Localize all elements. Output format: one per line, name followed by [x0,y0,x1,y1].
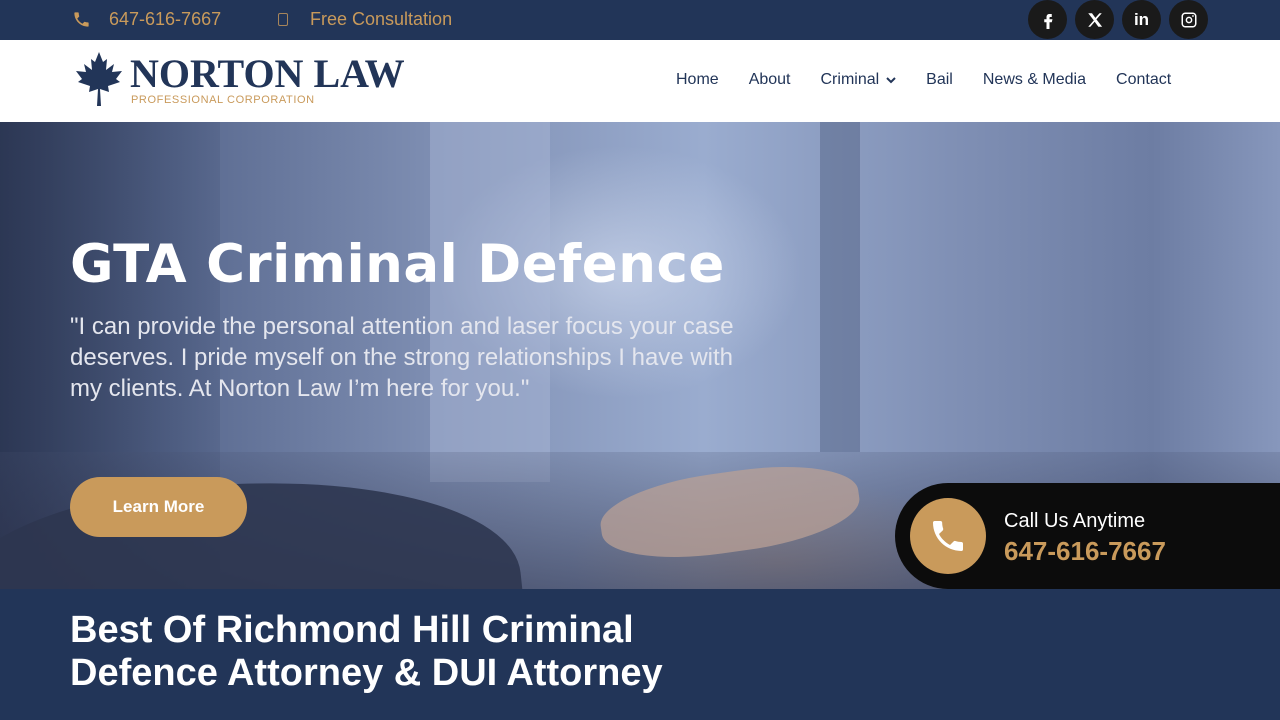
learn-more-button[interactable]: Learn More [70,477,247,537]
linkedin-label: in [1133,9,1150,29]
main-nav: Home About Criminal Bail News & Media Co… [676,71,1201,89]
hero-bg-pillar [820,122,860,452]
top-bar: 647-616-7667 Free Consultation in [0,0,1280,40]
nav-criminal-label: Criminal [820,71,880,88]
hero-title: GTA Criminal Defence [70,234,725,295]
call-us-label: Call Us Anytime [1004,510,1146,532]
norton-law-logo[interactable]: NORTON LAW PROFESSIONAL CORPORATION [74,50,405,108]
call-us-box[interactable]: Call Us Anytime 647-616-7667 [895,483,1280,589]
nav-bail[interactable]: Bail [926,71,953,89]
free-consultation-link[interactable]: Free Consultation [278,9,452,30]
intro-heading: Best Of Richmond Hill Criminal Defence A… [70,609,663,694]
intro-section: Best Of Richmond Hill Criminal Defence A… [0,589,1280,720]
maple-leaf-icon [76,52,122,106]
facebook-icon[interactable] [1028,0,1067,39]
nav-news-media-label: News & Media [982,71,1087,88]
x-twitter-icon[interactable] [1075,0,1114,39]
phone-icon [74,12,89,27]
nav-contact[interactable]: Contact [1116,71,1171,89]
nav-about[interactable]: About [749,71,791,89]
nav-contact-label: Contact [1116,71,1172,88]
linkedin-icon[interactable]: in [1122,0,1161,39]
top-phone-number: 647-616-7667 [109,9,222,29]
call-circle [910,498,986,574]
nav-home[interactable]: Home [676,71,719,89]
phone-icon [933,521,963,551]
site-header: NORTON LAW PROFESSIONAL CORPORATION Home… [0,40,1280,122]
top-phone-link[interactable]: 647-616-7667 [72,9,221,30]
nav-about-label: About [748,71,791,88]
logo-name: NORTON LAW [130,51,405,96]
nav-criminal[interactable]: Criminal [821,71,897,89]
chevron-down-icon [886,77,896,84]
hero-bg-window [430,122,550,482]
nav-home-label: Home [676,71,719,88]
call-us-phone[interactable]: 647-616-7667 [1004,536,1166,567]
nav-news-media[interactable]: News & Media [983,71,1086,89]
social-links: in [1028,0,1208,39]
hero-quote: "I can provide the personal attention an… [70,313,734,402]
instagram-icon[interactable] [1169,0,1208,39]
nav-bail-label: Bail [926,71,953,88]
mobile-icon [278,13,288,26]
free-consultation-label: Free Consultation [310,9,453,29]
